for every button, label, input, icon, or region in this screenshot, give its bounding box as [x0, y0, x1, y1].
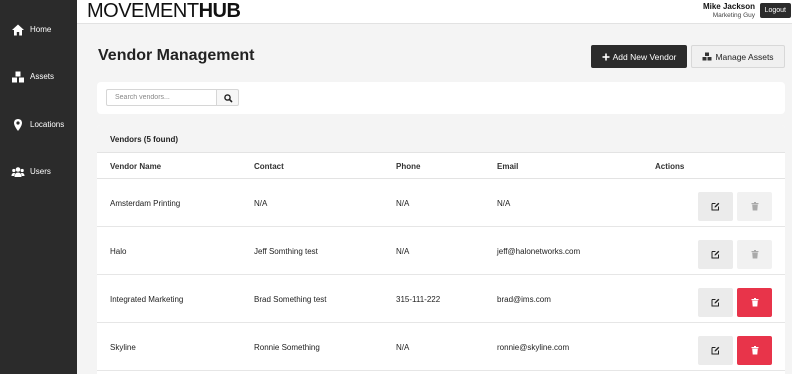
trash-icon [751, 298, 758, 307]
column-header-phone[interactable]: Phone [396, 162, 420, 171]
add-vendor-label: Add New Vendor [612, 51, 677, 62]
boxes-icon [12, 71, 24, 83]
trash-icon [751, 250, 758, 259]
contact-cell: N/A [254, 199, 268, 208]
delete-button[interactable] [737, 240, 772, 269]
column-header-actions: Actions [655, 162, 685, 171]
sidebar-item-locations[interactable]: Locations [0, 110, 77, 140]
sidebar-item-label: Users [30, 167, 51, 176]
home-icon [12, 24, 24, 36]
sidebar-item-assets[interactable]: Assets [0, 62, 77, 92]
search-card [97, 82, 785, 114]
table-row: Amsterdam Printing N/A N/A N/A [97, 179, 785, 227]
map-pin-icon [14, 119, 22, 131]
email-cell: brad@ims.com [497, 295, 551, 304]
table-row: Integrated Marketing Brad Something test… [97, 275, 785, 323]
manage-assets-button[interactable]: Manage Assets [691, 45, 785, 68]
edit-icon [711, 346, 720, 355]
edit-button[interactable] [698, 336, 733, 365]
plus-icon [602, 53, 610, 60]
vendors-table-card: Vendors (5 found) Vendor Name Contact Ph… [97, 125, 785, 374]
delete-button[interactable] [737, 336, 772, 365]
column-header-vendor-name[interactable]: Vendor Name [110, 162, 161, 171]
column-header-email[interactable]: Email [497, 162, 518, 171]
users-icon [11, 167, 25, 177]
delete-button[interactable] [737, 192, 772, 221]
contact-cell: Ronnie Something [254, 343, 320, 352]
table-row: Halo Jeff Somthing test N/A jeff@halonet… [97, 227, 785, 275]
trash-icon [751, 202, 758, 211]
edit-icon [711, 298, 720, 307]
phone-cell: 315-111-222 [396, 295, 441, 304]
edit-button[interactable] [698, 288, 733, 317]
edit-button[interactable] [698, 192, 733, 221]
phone-cell: N/A [396, 343, 410, 352]
vendor-name-cell: Halo [110, 247, 127, 256]
edit-button[interactable] [698, 240, 733, 269]
search-input[interactable] [106, 89, 217, 106]
column-header-contact[interactable]: Contact [254, 162, 284, 171]
vendors-count-title: Vendors (5 found) [110, 135, 178, 144]
sidebar: Home Assets Locations Users [0, 0, 77, 374]
sidebar-item-users[interactable]: Users [0, 157, 77, 187]
email-cell: ronnie@skyline.com [497, 343, 570, 352]
top-header: MOVEMENTHUB Mike Jackson Marketing Guy L… [77, 0, 792, 24]
phone-cell: N/A [396, 199, 410, 208]
table-row: Skyline Ronnie Something N/A ronnie@skyl… [97, 323, 785, 371]
logo-text-bold: HUB [198, 0, 241, 22]
vendor-name-cell: Skyline [110, 343, 136, 352]
search-icon [224, 94, 233, 103]
trash-icon [751, 346, 758, 355]
sidebar-item-label: Home [30, 25, 52, 34]
edit-icon [711, 250, 720, 259]
contact-cell: Jeff Somthing test [254, 247, 318, 256]
email-cell: jeff@halonetworks.com [497, 247, 581, 256]
logout-button[interactable]: Logout [759, 3, 791, 18]
edit-icon [711, 202, 720, 211]
search-button[interactable] [216, 89, 239, 106]
app-logo[interactable]: MOVEMENTHUB [87, 0, 241, 23]
email-cell: N/A [497, 199, 511, 208]
delete-button[interactable] [737, 288, 772, 317]
vendor-name-cell: Integrated Marketing [110, 295, 184, 304]
boxes-icon [702, 52, 712, 61]
sidebar-item-label: Assets [30, 72, 55, 81]
vendor-name-cell: Amsterdam Printing [110, 199, 181, 208]
page-title: Vendor Management [98, 47, 255, 64]
sidebar-item-label: Locations [30, 120, 65, 129]
user-name: Mike Jackson [702, 2, 755, 11]
phone-cell: N/A [396, 247, 410, 256]
sidebar-item-home[interactable]: Home [0, 15, 77, 45]
logo-text-thin: MOVEMENT [87, 0, 199, 22]
user-role: Marketing Guy [712, 12, 755, 19]
manage-assets-label: Manage Assets [715, 51, 774, 62]
add-vendor-button[interactable]: Add New Vendor [591, 45, 687, 68]
contact-cell: Brad Something test [254, 295, 327, 304]
table-card-header: Vendors (5 found) [97, 125, 785, 153]
